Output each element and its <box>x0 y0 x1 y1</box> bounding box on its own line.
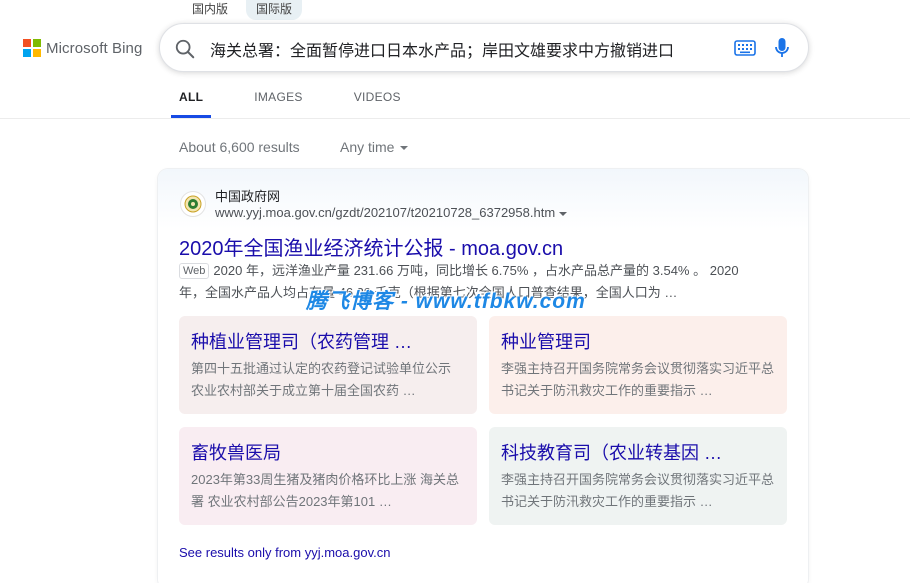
nav-divider <box>0 118 910 119</box>
search-input[interactable] <box>210 36 682 62</box>
site-url[interactable]: www.yyj.moa.gov.cn/gzdt/202107/t20210728… <box>215 205 568 220</box>
deep-link-desc: 李强主持召开国务院常务会议贯彻落实习近平总书记关于防汛救灾工作的重要指示 … <box>501 472 775 509</box>
see-site-results-link[interactable]: See results only from yyj.moa.gov.cn <box>179 545 390 560</box>
region-tab-domestic[interactable]: 国内版 <box>182 0 238 20</box>
bing-logo[interactable]: Microsoft Bing <box>23 39 142 57</box>
site-name: 中国政府网 <box>215 189 281 204</box>
search-nav-tabs: ALL IMAGES VIDEOS <box>171 86 444 118</box>
deep-link-title[interactable]: 种植业管理司（农药管理 … <box>191 328 465 354</box>
search-icon[interactable] <box>174 38 196 60</box>
snippet-line-1: 2020 年，远洋渔业产量 231.66 万吨，同比增长 6.75% ，占水产品… <box>213 263 739 278</box>
results-count: About 6,600 results <box>179 139 300 155</box>
bing-results-page: 国内版 国际版 Microsoft Bing 海关总署：全面暂停进口日本水产品；… <box>0 0 910 583</box>
region-tab-international[interactable]: 国际版 <box>246 0 303 20</box>
deep-link-tile[interactable]: 畜牧兽医局 2023年第33周生猪及猪肉价格环比上涨 海关总署 农业农村部公告2… <box>179 427 477 525</box>
microphone-icon[interactable] <box>774 36 790 60</box>
deep-link-title[interactable]: 种业管理司 <box>501 328 775 354</box>
url-options-chevron-icon[interactable] <box>559 211 568 216</box>
tab-images[interactable]: IMAGES <box>246 86 310 118</box>
deep-link-tile[interactable]: 科技教育司（农业转基因 … 李强主持召开国务院常务会议贯彻落实习近平总书记关于防… <box>489 427 787 525</box>
tab-videos[interactable]: VIDEOS <box>346 86 409 118</box>
deep-link-tile[interactable]: 种业管理司 李强主持召开国务院常务会议贯彻落实习近平总书记关于防汛救灾工作的重要… <box>489 316 787 414</box>
microsoft-logo-icon <box>23 39 41 57</box>
watermark: 腾飞博客 - www.tfbkw.com <box>306 290 586 313</box>
region-tabs: 国内版 国际版 <box>182 0 303 20</box>
site-url-text: www.yyj.moa.gov.cn/gzdt/202107/t20210728… <box>215 205 556 220</box>
deep-link-desc: 第四十五批通过认定的农药登记试验单位公示 农业农村部关于成立第十届全国农药 … <box>191 361 452 398</box>
result-card: 中国政府网 www.yyj.moa.gov.cn/gzdt/202107/t20… <box>158 169 808 583</box>
deep-link-tile[interactable]: 种植业管理司（农药管理 … 第四十五批通过认定的农药登记试验单位公示 农业农村部… <box>179 316 477 414</box>
logo-text: Microsoft Bing <box>46 39 143 57</box>
site-favicon-icon <box>180 191 206 217</box>
result-title-link[interactable]: 2020年全国渔业经济统计公报 - moa.gov.cn <box>179 232 563 261</box>
search-box <box>159 23 809 72</box>
tab-all[interactable]: ALL <box>171 86 212 118</box>
deep-link-title[interactable]: 科技教育司（农业转基因 … <box>501 439 775 465</box>
chevron-down-icon <box>400 146 409 150</box>
time-filter-label: Any time <box>340 139 395 155</box>
deep-link-desc: 2023年第33周生猪及猪肉价格环比上涨 海关总署 农业农村部公告2023年第1… <box>191 472 459 509</box>
web-label: Web <box>179 263 210 279</box>
deep-link-title[interactable]: 畜牧兽医局 <box>191 439 465 465</box>
deep-link-desc: 李强主持召开国务院常务会议贯彻落实习近平总书记关于防汛救灾工作的重要指示 … <box>501 361 775 398</box>
time-filter-dropdown[interactable]: Any time <box>340 139 409 155</box>
keyboard-icon[interactable] <box>734 39 756 57</box>
